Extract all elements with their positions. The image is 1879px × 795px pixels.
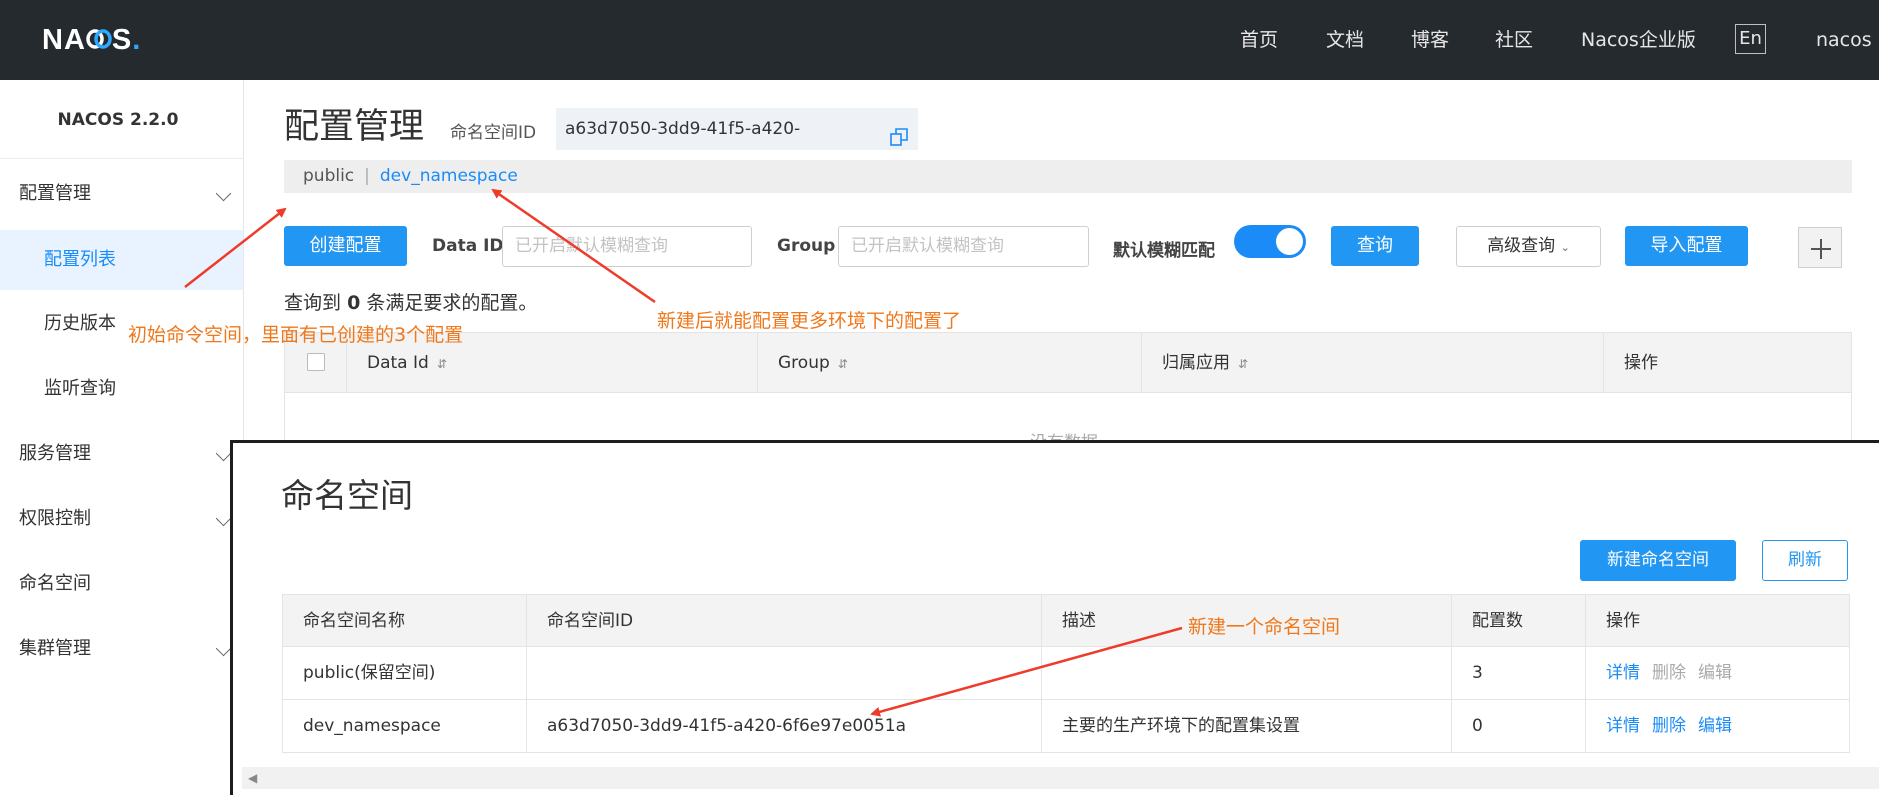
arrow-to-new-namespace xyxy=(870,626,1183,717)
arrow-to-public xyxy=(184,207,287,288)
annotation-arrows xyxy=(184,188,1183,717)
arrow-to-dev-namespace xyxy=(491,188,656,304)
